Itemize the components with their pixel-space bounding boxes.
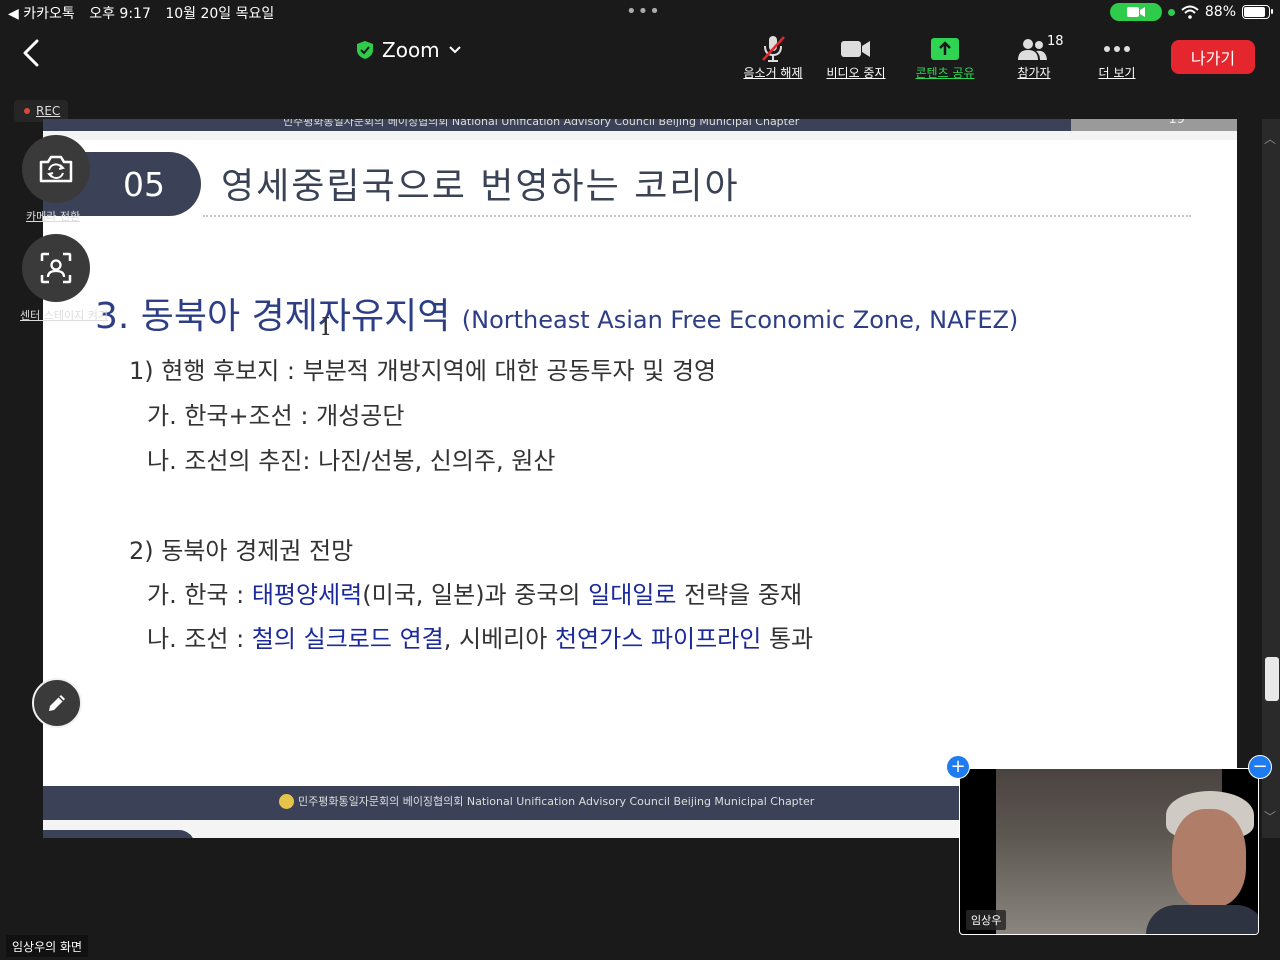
back-to-app[interactable]: ◀ 카카오톡 <box>8 6 75 22</box>
item2-a: 가. 한국 : 태평양세력(미국, 일본)과 중국의 일대일로 전략을 중재 <box>147 575 802 610</box>
multitask-dots-icon[interactable]: ••• <box>626 1 661 22</box>
camera-in-use-icon <box>1109 3 1162 21</box>
switch-camera-button[interactable] <box>22 135 90 203</box>
chevron-down-icon <box>448 46 461 54</box>
mic-indicator-icon <box>1167 8 1175 16</box>
scroll-thumb[interactable] <box>1265 657 1279 701</box>
expand-video-button[interactable]: + <box>946 755 970 779</box>
page-number: 19 <box>1168 119 1185 127</box>
dotted-divider <box>203 215 1191 217</box>
header-caption: 민주평화통일자문회의 베이징협의회 National Unification A… <box>283 119 800 128</box>
mic-muted-icon <box>759 34 787 64</box>
battery-fill <box>1244 7 1266 17</box>
participants-count: 18 <box>1047 34 1064 49</box>
minimize-video-button[interactable]: − <box>1248 755 1272 779</box>
participant-video-feed <box>996 769 1258 934</box>
item2-a-prefix: 가. 한국 : <box>147 581 252 609</box>
slide-top-strip: 민주평화통일자문회의 베이징협의회 National Unification A… <box>43 119 1237 131</box>
council-logo-icon <box>279 793 294 809</box>
zoom-meeting-screen: ◀ 카카오톡 오후 9:17 10월 20일 목요일 ••• 88% Zoom <box>0 0 1280 960</box>
participants-icon: 18 <box>1017 34 1064 64</box>
item1-title: 1) 현행 후보지 : 부분적 개방지역에 대한 공동투자 및 경영 <box>129 357 717 385</box>
unmute-button[interactable]: 음소거 해제 <box>733 34 813 81</box>
text-cursor-icon: I <box>321 313 331 341</box>
shared-screen: 민주평화통일자문회의 베이징협의회 National Unification A… <box>43 119 1237 838</box>
footer-caption-wrap: 민주평화통일자문회의 베이징협의회 National Unification A… <box>279 793 814 809</box>
switch-camera-label[interactable]: 카메라 전환 <box>26 208 80 224</box>
item2-b-highlight-2: 천연가스 파이프라인 <box>554 625 762 653</box>
item2-b-prefix: 나. 조선 : <box>147 625 252 653</box>
status-left: ◀ 카카오톡 오후 9:17 10월 20일 목요일 <box>8 3 284 23</box>
item2-b-highlight-1: 철의 실크로드 연결 <box>251 625 444 653</box>
slide-heading: 3. 동북아 경제자유지역 (Northeast Asian Free Econ… <box>95 287 1018 339</box>
pencil-icon <box>49 695 65 711</box>
unmute-label: 음소거 해제 <box>743 66 803 80</box>
item2-a-highlight-1: 태평양세력 <box>251 581 363 609</box>
record-dot-icon <box>24 108 30 114</box>
participant-name: 임상우 <box>966 910 1007 930</box>
more-dots-icon <box>1102 34 1132 64</box>
section-title: 영세중립국으로 번영하는 코리아 <box>221 166 740 207</box>
item2-b: 나. 조선 : 철의 실크로드 연결, 시베리아 천연가스 파이프라인 통과 <box>147 619 813 654</box>
stop-video-label: 비디오 중지 <box>826 66 886 80</box>
share-content-button[interactable]: 콘텐츠 공유 <box>905 34 985 81</box>
center-stage-icon <box>40 252 72 284</box>
minus-icon: − <box>1252 756 1268 777</box>
item2-b-middle: , 시베리아 <box>443 625 555 653</box>
status-right: 88% <box>1109 3 1273 21</box>
video-camera-icon <box>840 34 872 64</box>
meeting-name: Zoom <box>382 38 440 62</box>
meeting-title-button[interactable]: Zoom <box>356 38 462 62</box>
more-label: 더 보기 <box>1098 66 1136 80</box>
footer-caption: 민주평화통일자문회의 베이징협의회 National Unification A… <box>298 795 815 808</box>
leave-button[interactable]: 나가기 <box>1171 40 1255 74</box>
section-number: 05 <box>123 164 165 204</box>
participant-face <box>1172 809 1246 907</box>
back-button[interactable] <box>16 36 46 70</box>
share-content-label: 콘텐츠 공유 <box>915 66 975 80</box>
meeting-toolbar: Zoom 음소거 해제 비디오 중지 콘텐츠 공유 18 참가자 더 보기 나가… <box>0 26 1280 88</box>
heading-korean: 3. 동북아 경제자유지역 <box>95 296 451 337</box>
annotate-button[interactable] <box>32 678 82 728</box>
camera-rotate-icon <box>39 155 73 183</box>
next-slide-badge <box>43 830 195 838</box>
shield-check-icon <box>357 41 373 59</box>
more-button[interactable]: 더 보기 <box>1077 34 1157 81</box>
battery-percent: 88% <box>1204 4 1236 20</box>
center-stage-button[interactable] <box>22 234 90 302</box>
participant-video-tile[interactable]: 임상우 <box>959 768 1259 935</box>
item2-a-highlight-2: 일대일로 <box>588 581 677 609</box>
item1-a: 가. 한국+조선 : 개성공단 <box>147 402 405 430</box>
share-upload-icon <box>930 34 960 64</box>
chevron-left-icon <box>23 39 39 67</box>
item2-a-suffix: 전략을 중재 <box>676 581 803 609</box>
battery-icon <box>1242 5 1273 19</box>
item2-title: 2) 동북아 경제권 전망 <box>129 537 354 565</box>
vertical-scrollbar[interactable] <box>1262 119 1280 838</box>
recording-label: REC <box>36 104 61 118</box>
screen-owner-label: 임상우의 화면 <box>6 935 89 957</box>
participants-button[interactable]: 18 참가자 <box>994 34 1074 81</box>
item1-b: 나. 조선의 추진: 나진/선봉, 신의주, 원산 <box>147 447 556 475</box>
status-time: 오후 9:17 <box>89 6 151 22</box>
heading-english: (Northeast Asian Free Economic Zone, NAF… <box>461 306 1019 334</box>
plus-icon: + <box>950 756 966 777</box>
center-stage-label[interactable]: 센터 스테이지 켜기 <box>20 309 108 322</box>
item2-b-suffix: 통과 <box>761 625 814 653</box>
page-number-box: 19 <box>1071 119 1237 131</box>
stop-video-button[interactable]: 비디오 중지 <box>816 34 896 81</box>
wifi-icon <box>1181 5 1199 19</box>
scroll-up-icon[interactable]: ︿ <box>1264 130 1276 147</box>
status-bar: ◀ 카카오톡 오후 9:17 10월 20일 목요일 ••• 88% <box>0 0 1280 26</box>
item2-a-middle: (미국, 일본)과 중국의 <box>362 581 589 609</box>
participant-shoulders <box>1146 905 1258 934</box>
scroll-down-icon[interactable]: ﹀ <box>1264 808 1276 825</box>
participants-label: 참가자 <box>1017 66 1051 80</box>
status-date: 10월 20일 목요일 <box>165 6 275 22</box>
